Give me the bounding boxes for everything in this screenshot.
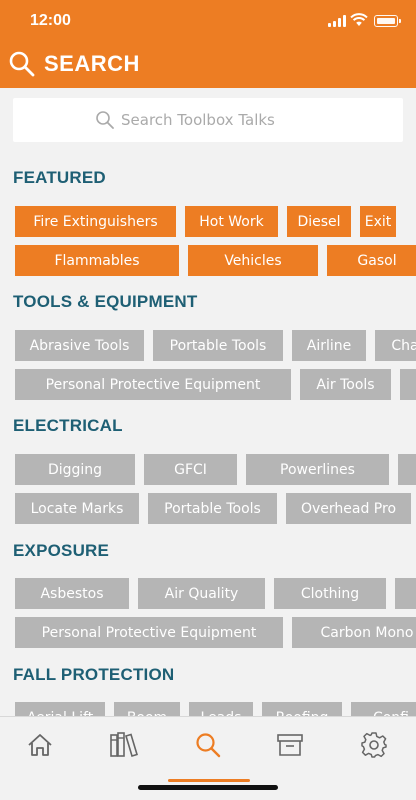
topic-chip[interactable]: Portable Tools [148, 493, 277, 524]
topic-chip[interactable]: Hot Work [185, 206, 278, 237]
chip-row: Aerial Lift Boom Leads Roofing Confi [15, 702, 416, 716]
chip-row: Digging GFCI Powerlines [15, 454, 416, 485]
header-bar: 12:00 SEARCH [0, 0, 416, 88]
topic-chip[interactable]: Personal Protective Equipment [15, 369, 291, 400]
search-icon [196, 733, 221, 758]
search-bar[interactable] [13, 98, 403, 142]
topic-chip[interactable]: Diesel [287, 206, 351, 237]
search-icon [96, 111, 114, 129]
topic-chip[interactable]: Gasol [327, 245, 416, 276]
topic-chip[interactable]: Roofing [262, 702, 342, 716]
section-title: FEATURED [13, 168, 106, 187]
topic-chip[interactable]: Vehicles [188, 245, 318, 276]
chip-row: Fire Extinguishers Hot Work Diesel Exit [15, 206, 405, 237]
tab-archive[interactable] [270, 729, 310, 761]
topic-chip[interactable]: Air Tools [300, 369, 391, 400]
tab-search[interactable] [188, 729, 228, 761]
header-title-row: SEARCH [8, 48, 140, 80]
topic-chip[interactable]: Airline [292, 330, 366, 361]
topic-chip[interactable]: Carbon Mono [292, 617, 416, 648]
tab-library[interactable] [104, 729, 144, 761]
archive-box-icon [277, 734, 303, 756]
category-list[interactable]: FEATURED Fire Extinguishers Hot Work Diesel… [0, 150, 416, 716]
topic-chip[interactable]: Portable Tools [153, 330, 283, 361]
topic-chip[interactable]: GFCI [144, 454, 237, 485]
topic-chip[interactable] [395, 578, 416, 609]
topic-chip[interactable]: Leads [189, 702, 253, 716]
wifi-icon [350, 13, 368, 26]
tab-home[interactable] [20, 729, 60, 761]
topic-chip[interactable]: Confi [351, 702, 416, 716]
chip-row: Abrasive Tools Portable Tools Airline Cha [15, 330, 416, 361]
search-icon [9, 51, 35, 77]
section-title: ELECTRICAL [13, 416, 123, 435]
settings-gear-icon [361, 732, 387, 758]
home-icon [28, 734, 52, 756]
topic-chip[interactable]: Locate Marks [15, 493, 139, 524]
section-title: TOOLS & EQUIPMENT [13, 292, 198, 311]
search-input[interactable] [121, 111, 321, 129]
topic-chip[interactable] [398, 454, 416, 485]
topic-chip[interactable]: Personal Protective Equipment [15, 617, 283, 648]
topic-chip[interactable]: Aerial Lift [15, 702, 105, 716]
topic-chip[interactable]: Digging [15, 454, 135, 485]
status-bar: 12:00 [0, 0, 416, 44]
topic-chip[interactable]: Flammables [15, 245, 179, 276]
topic-chip[interactable]: Air Quality [138, 578, 265, 609]
topic-chip[interactable]: Boom [114, 702, 180, 716]
chip-row: Personal Protective Equipment Air Tools [15, 369, 416, 400]
topic-chip[interactable]: Powerlines [246, 454, 389, 485]
topic-chip[interactable] [400, 369, 416, 400]
topic-chip[interactable]: Overhead Pro [286, 493, 411, 524]
topic-chip[interactable]: Fire Extinguishers [15, 206, 176, 237]
page-title: SEARCH [44, 51, 140, 76]
chip-row: Asbestos Air Quality Clothing [15, 578, 416, 609]
topic-chip[interactable]: Exit [360, 206, 396, 237]
topic-chip[interactable]: Abrasive Tools [15, 330, 144, 361]
home-indicator [138, 785, 278, 790]
library-books-icon [110, 732, 138, 757]
cellular-signal-icon [328, 15, 346, 27]
active-tab-indicator [168, 779, 250, 782]
tab-settings[interactable] [354, 729, 394, 761]
battery-icon [374, 15, 401, 27]
status-time: 12:00 [30, 12, 71, 29]
topic-chip[interactable]: Asbestos [15, 578, 129, 609]
topic-chip[interactable]: Clothing [274, 578, 386, 609]
section-title: FALL PROTECTION [13, 665, 175, 684]
topic-chip[interactable]: Cha [375, 330, 416, 361]
chip-row: Personal Protective Equipment Carbon Mono [15, 617, 416, 648]
chip-row: Flammables Vehicles Gasol [15, 245, 416, 276]
chip-row: Locate Marks Portable Tools Overhead Pro [15, 493, 416, 524]
section-title: EXPOSURE [13, 541, 110, 560]
